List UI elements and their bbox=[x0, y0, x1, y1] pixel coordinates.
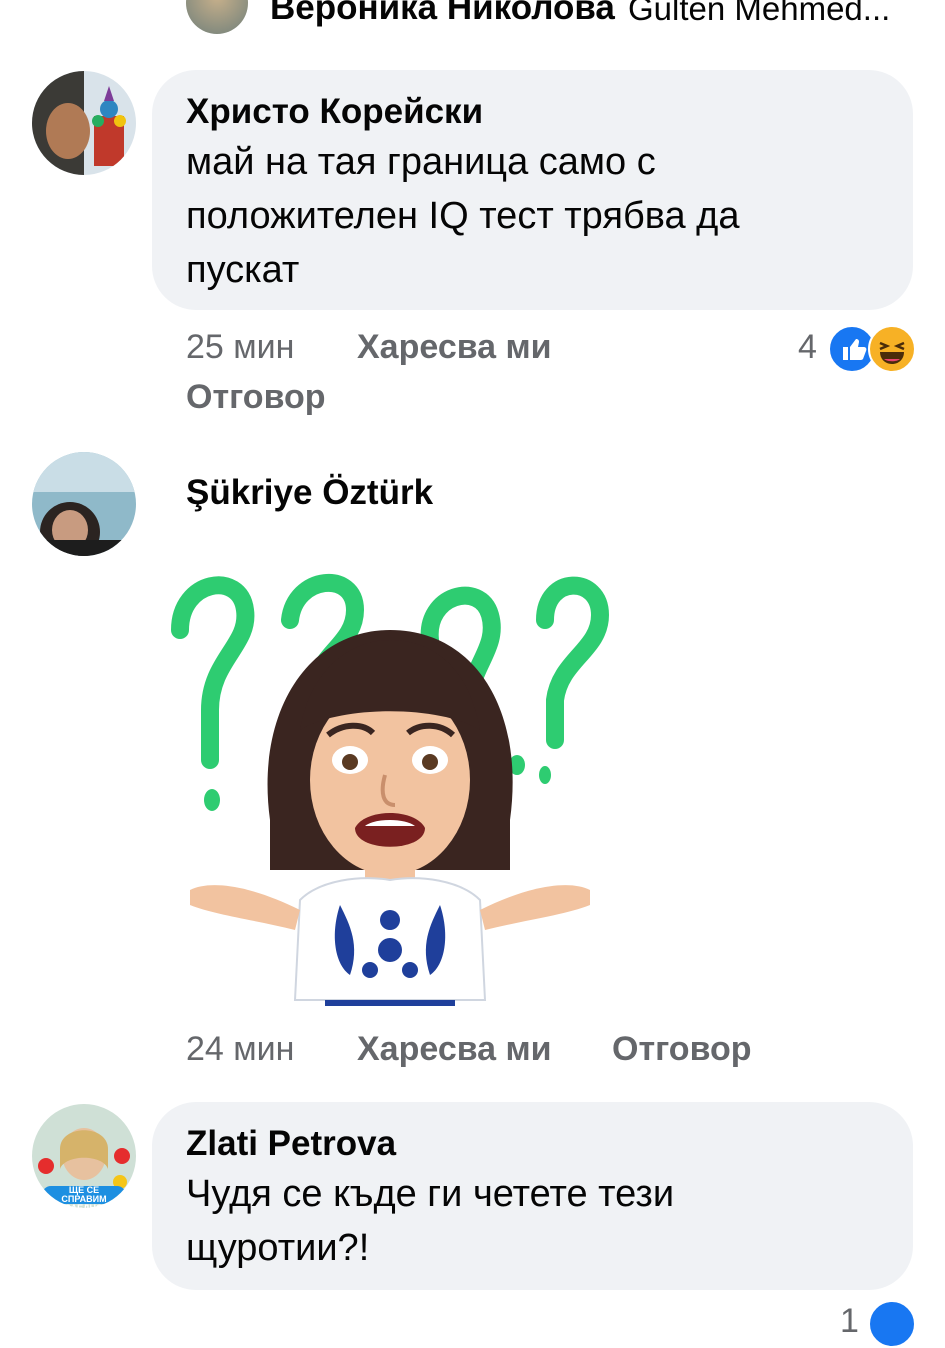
reply-button[interactable]: Отговор bbox=[186, 378, 326, 417]
comment-author[interactable]: Христо Корейски bbox=[186, 92, 483, 132]
comment-time[interactable]: 25 мин bbox=[186, 328, 294, 367]
comment-text-line: щуротии?! bbox=[186, 1227, 370, 1269]
avatar-sukriye[interactable] bbox=[32, 452, 136, 556]
comment-author[interactable]: Zlati Petrova bbox=[186, 1124, 396, 1164]
top-comment-author[interactable]: Вероника Николова bbox=[270, 0, 615, 28]
avatar-hristo[interactable] bbox=[32, 71, 136, 175]
comment-text-line: Чудя се къде ги четете тези bbox=[186, 1173, 675, 1215]
comment-time[interactable]: 24 мин bbox=[186, 1030, 294, 1069]
avatar-veronika[interactable] bbox=[186, 0, 248, 34]
avatar-caption: ЩЕ СЕ СПРАВИМ ЗАЕДНО bbox=[61, 1185, 107, 1213]
reaction-count[interactable]: 4 bbox=[798, 328, 817, 367]
like-icon bbox=[868, 1300, 916, 1348]
reply-button[interactable]: Отговор bbox=[612, 1030, 752, 1069]
comment-text-line: пускат bbox=[186, 249, 300, 291]
comment-text-line: положителен IQ тест трябва да bbox=[186, 195, 740, 237]
reaction-count[interactable]: 1 bbox=[840, 1302, 859, 1341]
comment-author[interactable]: Şükriye Öztürk bbox=[186, 473, 433, 513]
like-button[interactable]: Харесва ми bbox=[357, 328, 552, 367]
top-comment-tag[interactable]: Gulten Mehmed... bbox=[628, 0, 890, 28]
confused-woman-sticker[interactable] bbox=[160, 560, 620, 1010]
avatar-image bbox=[32, 71, 136, 175]
like-button[interactable]: Харесва ми bbox=[357, 1030, 552, 1069]
laugh-icon bbox=[868, 325, 916, 373]
avatar-image bbox=[32, 452, 136, 556]
comment-text-line: май на тая граница само с bbox=[186, 141, 656, 183]
